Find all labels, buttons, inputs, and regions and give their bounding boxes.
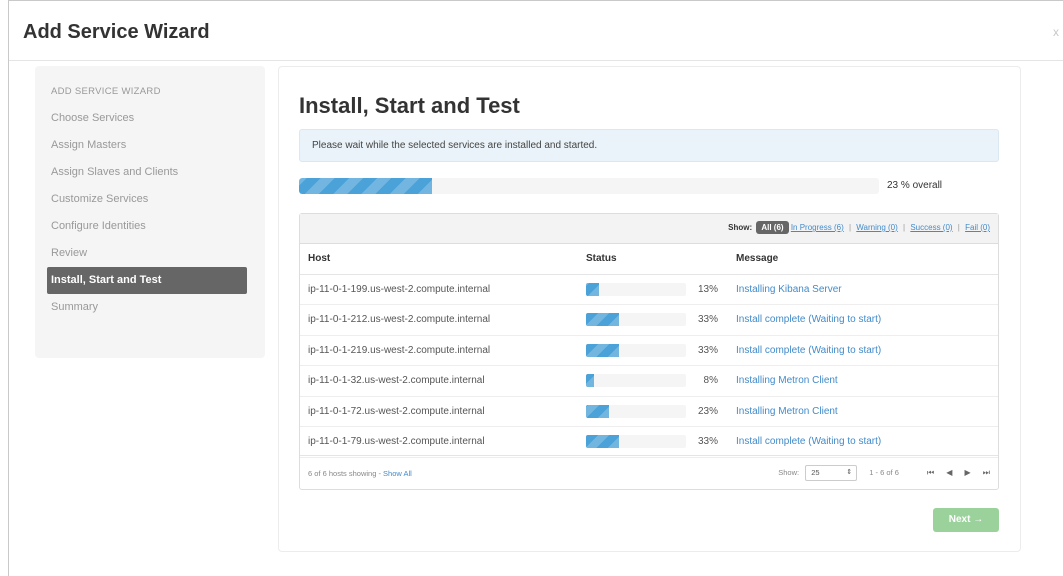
host-progress-fill [586, 313, 619, 327]
status-cell: 33% [578, 335, 728, 366]
host-progress-fill [586, 435, 619, 449]
host-progress-percent: 8% [703, 375, 718, 387]
host-name: ip-11-0-1-212.us-west-2.compute.internal [300, 304, 578, 336]
host-progress-fill [586, 374, 594, 388]
sidebar-item-review[interactable]: Review [49, 240, 251, 267]
host-progress-fill [586, 404, 609, 418]
host-progress-bar [586, 404, 686, 418]
host-progress-percent: 13% [697, 283, 718, 295]
host-name: ip-11-0-1-199.us-west-2.compute.internal [300, 274, 578, 305]
page-range-text: 1 - 6 of 6 [869, 467, 899, 477]
table-row: ip-11-0-1-212.us-west-2.compute.internal… [300, 304, 998, 336]
select-caret-icon: ⇕ [846, 469, 853, 476]
sidebar-item-customize-services[interactable]: Customize Services [49, 186, 251, 213]
filter-fail[interactable]: Fail (0) [965, 223, 990, 232]
host-progress-bar [586, 435, 686, 449]
host-message-link[interactable]: Install complete (Waiting to start) [728, 304, 998, 336]
host-message-link[interactable]: Install complete (Waiting to start) [728, 335, 998, 366]
filter-warning[interactable]: Warning (0) [856, 223, 898, 232]
table-footer: 6 of 6 hosts showing - Show All Show: 25… [300, 455, 998, 489]
overall-progress-fill [299, 178, 433, 194]
host-progress-bar [586, 343, 686, 357]
table-row: ip-11-0-1-219.us-west-2.compute.internal… [300, 335, 998, 366]
hosts-showing-info: 6 of 6 hosts showing - Show All [308, 469, 412, 478]
overall-progress-text: 23 % overall [887, 180, 943, 191]
host-progress-percent: 23% [697, 405, 718, 417]
table-header-row: Host Status Message [300, 244, 998, 275]
hosts-table-panel: Show: All (6) In Progress (6) | Warning … [299, 213, 999, 490]
modal-title: Add Service Wizard [23, 21, 210, 43]
host-progress-bar [586, 374, 686, 388]
sidebar-item-assign-slaves-and-clients[interactable]: Assign Slaves and Clients [49, 159, 251, 186]
status-filter: Show: All (6) In Progress (6) | Warning … [728, 221, 990, 234]
filter-bar: Show: All (6) In Progress (6) | Warning … [300, 214, 998, 244]
host-progress-percent: 33% [697, 344, 718, 356]
host-progress-percent: 33% [697, 436, 718, 448]
column-header-status: Status [578, 244, 728, 275]
overall-progress-bar [299, 178, 879, 194]
main-panel: Install, Start and Test Please wait whil… [278, 66, 1021, 552]
table-row: ip-11-0-1-199.us-west-2.compute.internal… [300, 274, 998, 305]
next-button[interactable]: Next → [933, 508, 999, 532]
host-progress-bar [586, 282, 686, 296]
host-progress-fill [586, 343, 619, 357]
host-message-link[interactable]: Installing Metron Client [728, 365, 998, 397]
status-cell: 8% [578, 365, 728, 397]
host-name: ip-11-0-1-32.us-west-2.compute.internal [300, 365, 578, 397]
host-message-link[interactable]: Installing Metron Client [728, 396, 998, 427]
filter-in-progress[interactable]: In Progress (6) [791, 223, 844, 232]
sidebar-item-configure-identities[interactable]: Configure Identities [49, 213, 251, 240]
pagination: Show: 25 ⇕ 1 - 6 of 6 ⏮ ◀ ▶ ⏭ [778, 465, 990, 481]
next-page-icon[interactable]: ▶ [965, 468, 971, 477]
wizard-sidebar: ADD SERVICE WIZARD Choose Services Assig… [35, 66, 265, 358]
sidebar-item-summary[interactable]: Summary [49, 294, 251, 321]
host-name: ip-11-0-1-72.us-west-2.compute.internal [300, 396, 578, 427]
first-page-icon[interactable]: ⏮ [927, 468, 934, 477]
page-title: Install, Start and Test [299, 93, 520, 118]
host-name: ip-11-0-1-219.us-west-2.compute.internal [300, 335, 578, 366]
filter-success[interactable]: Success (0) [910, 223, 952, 232]
sidebar-item-install-start-test[interactable]: Install, Start and Test [47, 267, 247, 294]
sidebar-item-choose-services[interactable]: Choose Services [49, 105, 251, 132]
column-header-host: Host [300, 244, 578, 275]
sidebar-item-assign-masters[interactable]: Assign Masters [49, 132, 251, 159]
sidebar-header: ADD SERVICE WIZARD [51, 86, 161, 97]
filter-show-label: Show: [728, 223, 753, 232]
host-name: ip-11-0-1-79.us-west-2.compute.internal [300, 426, 578, 458]
filter-all[interactable]: All (6) [756, 221, 789, 234]
page-size-select[interactable]: 25 ⇕ [805, 465, 858, 481]
filter-separator: | [848, 223, 852, 232]
table-row: ip-11-0-1-72.us-west-2.compute.internal … [300, 396, 998, 427]
status-cell: 13% [578, 274, 728, 305]
filter-separator: | [903, 223, 906, 232]
table-row: ip-11-0-1-32.us-west-2.compute.internal … [300, 365, 998, 397]
status-cell: 33% [578, 304, 728, 336]
close-icon[interactable]: x [1053, 25, 1059, 39]
page-size-label: Show: [778, 467, 800, 477]
filter-separator: | [957, 223, 960, 232]
show-all-link[interactable]: Show All [383, 469, 412, 478]
last-page-icon[interactable]: ⏭ [983, 468, 990, 477]
host-progress-fill [586, 282, 599, 296]
hosts-showing-text: 6 of 6 hosts showing - [308, 469, 384, 478]
host-message-link[interactable]: Install complete (Waiting to start) [728, 426, 998, 458]
status-cell: 23% [578, 396, 728, 427]
hosts-table: Host Status Message ip-11-0-1-199.us-wes… [300, 244, 998, 458]
info-alert: Please wait while the selected services … [299, 129, 999, 162]
host-progress-percent: 33% [697, 314, 718, 326]
page-size-value: 25 [811, 468, 820, 477]
column-header-message: Message [728, 244, 998, 275]
host-message-link[interactable]: Installing Kibana Server [728, 274, 998, 305]
modal-header: Add Service Wizard x [9, 1, 1063, 61]
table-row: ip-11-0-1-79.us-west-2.compute.internal … [300, 426, 998, 458]
status-cell: 33% [578, 426, 728, 458]
previous-page-icon[interactable]: ◀ [946, 468, 952, 477]
host-progress-bar [586, 313, 686, 327]
